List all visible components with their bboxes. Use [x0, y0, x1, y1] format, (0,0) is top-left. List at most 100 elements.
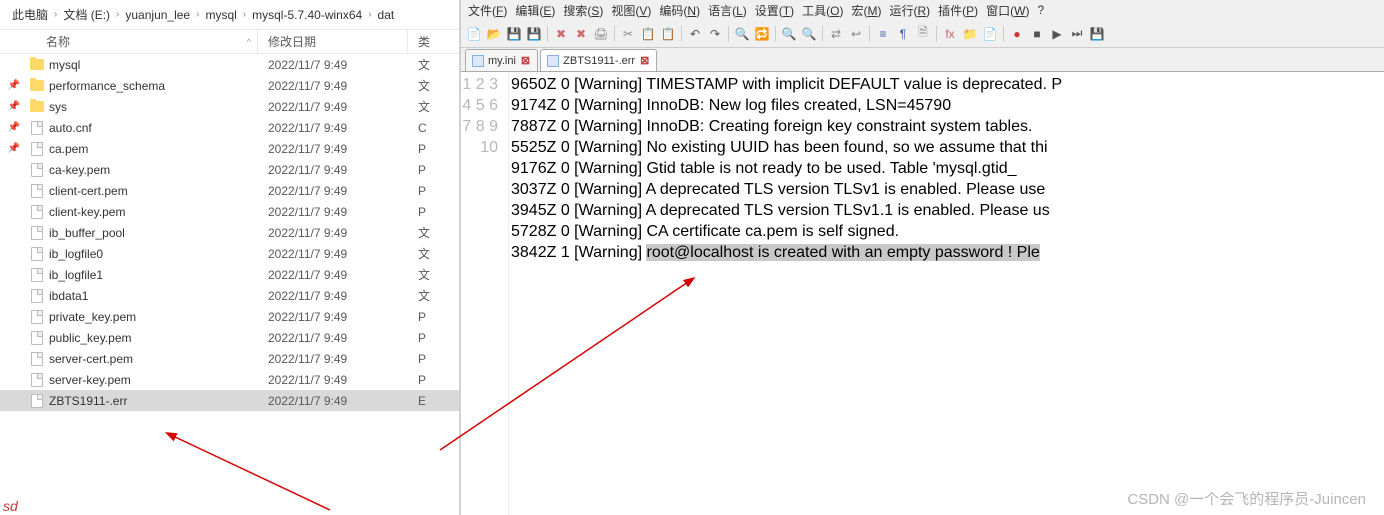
file-row[interactable]: server-key.pem2022/11/7 9:49P: [0, 369, 459, 390]
file-type: P: [408, 163, 459, 177]
open-icon[interactable]: 📂: [485, 25, 503, 43]
wrap-icon[interactable]: ↩: [847, 25, 865, 43]
col-type-label: 类: [418, 33, 430, 50]
toolbar-separator: [681, 26, 682, 42]
editor-tab[interactable]: ZBTS1911-.err⊠: [540, 49, 657, 71]
editor-tab[interactable]: my.ini⊠: [465, 49, 538, 71]
file-date: 2022/11/7 9:49: [258, 205, 408, 219]
close-icon[interactable]: ⊠: [520, 54, 531, 67]
file-type: P: [408, 142, 459, 156]
close-icon[interactable]: ⊠: [639, 54, 650, 67]
file-row[interactable]: ib_buffer_pool2022/11/7 9:49文: [0, 222, 459, 243]
menu-item[interactable]: 设置(T): [752, 1, 797, 20]
breadcrumb-item[interactable]: 此电脑: [8, 6, 52, 23]
file-name: ibdata1: [46, 289, 258, 303]
file-row[interactable]: 📌ca.pem2022/11/7 9:49P: [0, 138, 459, 159]
toolbar-separator: [936, 26, 937, 42]
menu-item[interactable]: 视图(V): [608, 1, 654, 20]
chevron-right-icon: ›: [114, 9, 121, 20]
menu-item[interactable]: 语言(L): [705, 1, 750, 20]
folder-icon[interactable]: 📁: [961, 25, 979, 43]
stop-icon[interactable]: ■: [1028, 25, 1046, 43]
file-row[interactable]: 📌performance_schema2022/11/7 9:49文: [0, 75, 459, 96]
file-icon: [28, 226, 46, 240]
file-row[interactable]: ibdata12022/11/7 9:49文: [0, 285, 459, 306]
file-row[interactable]: client-key.pem2022/11/7 9:49P: [0, 201, 459, 222]
code-area[interactable]: 9650Z 0 [Warning] TIMESTAMP with implici…: [509, 72, 1384, 515]
chevron-right-icon: ›: [52, 9, 59, 20]
menu-item[interactable]: ?: [1034, 2, 1047, 18]
new-file-icon[interactable]: 📄: [465, 25, 483, 43]
play-multi-icon[interactable]: ⏭: [1068, 25, 1086, 43]
column-headers[interactable]: 名称 ^ 修改日期 类: [0, 30, 459, 54]
print-icon[interactable]: 🖨: [592, 25, 610, 43]
cut-icon[interactable]: ✂: [619, 25, 637, 43]
code-editor[interactable]: 1 2 3 4 5 6 7 8 9 10 9650Z 0 [Warning] T…: [461, 72, 1384, 515]
menu-item[interactable]: 文件(F): [465, 1, 510, 20]
file-list[interactable]: mysql2022/11/7 9:49文📌performance_schema2…: [0, 54, 459, 515]
zoom-in-icon[interactable]: 🔍: [780, 25, 798, 43]
replace-icon[interactable]: 🔁: [753, 25, 771, 43]
tab-bar[interactable]: my.ini⊠ZBTS1911-.err⊠: [461, 48, 1384, 72]
breadcrumb-item[interactable]: mysql-5.7.40-winx64: [248, 8, 366, 22]
column-name-header[interactable]: 名称 ^: [0, 30, 258, 53]
doc-icon[interactable]: 📄: [981, 25, 999, 43]
save-icon[interactable]: 💾: [505, 25, 523, 43]
menu-item[interactable]: 编辑(E): [512, 1, 558, 20]
close-icon[interactable]: ✖: [552, 25, 570, 43]
editor-pane: 文件(F)编辑(E)搜索(S)视图(V)编码(N)语言(L)设置(T)工具(O)…: [461, 0, 1384, 515]
file-row[interactable]: mysql2022/11/7 9:49文: [0, 54, 459, 75]
file-icon: [28, 121, 46, 135]
func-icon[interactable]: fx: [941, 25, 959, 43]
lang-icon[interactable]: 🗎: [914, 25, 932, 43]
file-date: 2022/11/7 9:49: [258, 268, 408, 282]
breadcrumb-item[interactable]: dat: [374, 8, 399, 22]
file-icon: [547, 55, 559, 67]
file-date: 2022/11/7 9:49: [258, 226, 408, 240]
file-name: server-key.pem: [46, 373, 258, 387]
find-icon[interactable]: 🔍: [733, 25, 751, 43]
file-row[interactable]: public_key.pem2022/11/7 9:49P: [0, 327, 459, 348]
breadcrumb-item[interactable]: mysql: [201, 8, 240, 22]
menu-item[interactable]: 编码(N): [656, 1, 703, 20]
file-row[interactable]: private_key.pem2022/11/7 9:49P: [0, 306, 459, 327]
menu-item[interactable]: 运行(R): [886, 1, 933, 20]
file-row[interactable]: ib_logfile12022/11/7 9:49文: [0, 264, 459, 285]
file-row[interactable]: ca-key.pem2022/11/7 9:49P: [0, 159, 459, 180]
file-row[interactable]: 📌auto.cnf2022/11/7 9:49C: [0, 117, 459, 138]
breadcrumb-item[interactable]: 文档 (E:): [59, 6, 114, 23]
sync-icon[interactable]: ⇄: [827, 25, 845, 43]
file-row[interactable]: ib_logfile02022/11/7 9:49文: [0, 243, 459, 264]
column-type-header[interactable]: 类: [408, 30, 459, 53]
menu-item[interactable]: 工具(O): [799, 1, 846, 20]
save-macro-icon[interactable]: 💾: [1088, 25, 1106, 43]
redo-icon[interactable]: ↷: [706, 25, 724, 43]
toolbar[interactable]: 📄📂💾💾✖✖🖨✂📋📋↶↷🔍🔁🔍🔍⇄↩≡¶🗎fx📁📄●■▶⏭💾: [461, 20, 1384, 48]
play-icon[interactable]: ▶: [1048, 25, 1066, 43]
paste-icon[interactable]: 📋: [659, 25, 677, 43]
toolbar-separator: [869, 26, 870, 42]
menu-item[interactable]: 宏(M): [848, 1, 884, 20]
file-name: public_key.pem: [46, 331, 258, 345]
menubar[interactable]: 文件(F)编辑(E)搜索(S)视图(V)编码(N)语言(L)设置(T)工具(O)…: [461, 0, 1384, 20]
file-row[interactable]: ZBTS1911-.err2022/11/7 9:49E: [0, 390, 459, 411]
column-date-header[interactable]: 修改日期: [258, 30, 408, 53]
undo-icon[interactable]: ↶: [686, 25, 704, 43]
breadcrumb[interactable]: 此电脑›文档 (E:)›yuanjun_lee›mysql›mysql-5.7.…: [0, 0, 459, 30]
close-all-icon[interactable]: ✖: [572, 25, 590, 43]
indent-icon[interactable]: ≡: [874, 25, 892, 43]
copy-icon[interactable]: 📋: [639, 25, 657, 43]
breadcrumb-item[interactable]: yuanjun_lee: [121, 8, 194, 22]
file-icon: [28, 205, 46, 219]
record-icon[interactable]: ●: [1008, 25, 1026, 43]
file-type: 文: [408, 98, 459, 115]
file-row[interactable]: client-cert.pem2022/11/7 9:49P: [0, 180, 459, 201]
file-row[interactable]: server-cert.pem2022/11/7 9:49P: [0, 348, 459, 369]
guides-icon[interactable]: ¶: [894, 25, 912, 43]
menu-item[interactable]: 插件(P): [935, 1, 981, 20]
save-all-icon[interactable]: 💾: [525, 25, 543, 43]
menu-item[interactable]: 窗口(W): [983, 1, 1032, 20]
menu-item[interactable]: 搜索(S): [560, 1, 606, 20]
zoom-out-icon[interactable]: 🔍: [800, 25, 818, 43]
file-row[interactable]: 📌sys2022/11/7 9:49文: [0, 96, 459, 117]
